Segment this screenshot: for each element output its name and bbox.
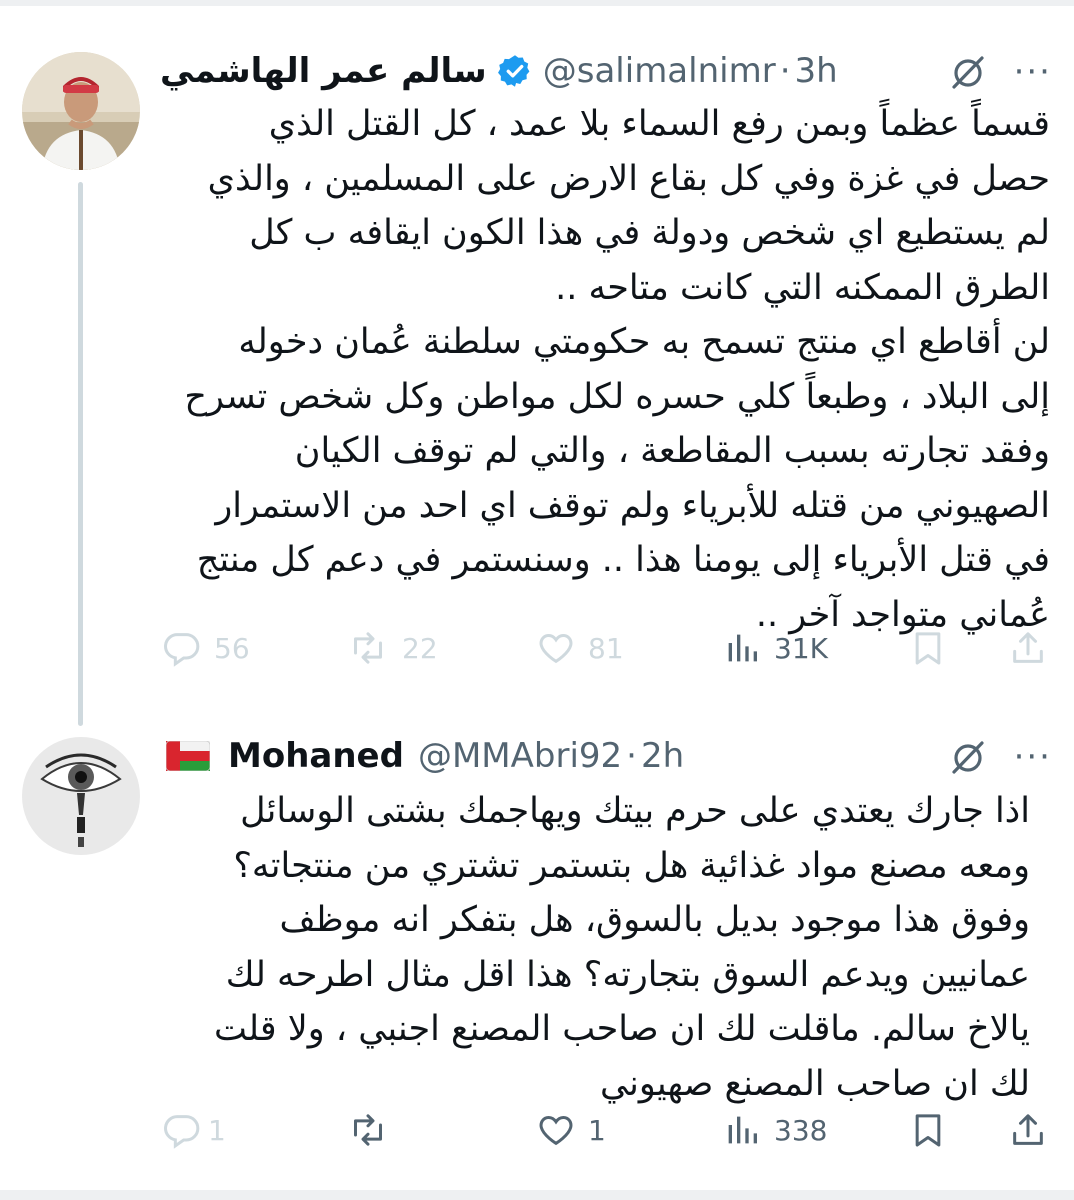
timestamp[interactable]: 2h bbox=[641, 736, 684, 776]
views-icon bbox=[728, 634, 757, 662]
repost-button[interactable] bbox=[346, 1110, 402, 1150]
bookmark-icon bbox=[915, 632, 941, 665]
repost-button[interactable]: 22 bbox=[346, 628, 438, 668]
tweet-main[interactable]: سالم عمر الهاشمي @salimalnimr · 3h ··· ق… bbox=[0, 0, 1074, 726]
tweet-header: Mohaned @MMAbri92 · 2h bbox=[166, 731, 1054, 781]
handle[interactable]: @MMAbri92 bbox=[418, 736, 622, 776]
tweet-reply[interactable]: Mohaned @MMAbri92 · 2h ··· اذا جارك يعتد… bbox=[0, 725, 1074, 1190]
tweet-actions: 1 1 338 bbox=[0, 1110, 1074, 1160]
share-icon bbox=[1013, 632, 1043, 663]
like-count: 81 bbox=[588, 631, 624, 665]
views-button[interactable]: 31K bbox=[722, 628, 828, 668]
views-count: 31K bbox=[774, 631, 828, 665]
views-icon bbox=[728, 1116, 757, 1144]
screen-bottom-border bbox=[0, 1190, 1074, 1200]
reply-icon bbox=[164, 1115, 200, 1149]
timestamp[interactable]: 3h bbox=[795, 51, 838, 91]
more-icon[interactable]: ··· bbox=[1014, 737, 1052, 777]
reply-button[interactable]: 56 bbox=[162, 628, 250, 668]
avatar-photo bbox=[22, 737, 140, 855]
like-button[interactable]: 81 bbox=[536, 628, 624, 668]
more-icon[interactable]: ··· bbox=[1014, 52, 1052, 92]
display-name[interactable]: Mohaned bbox=[228, 736, 404, 776]
share-button[interactable] bbox=[1008, 1110, 1048, 1150]
bookmark-button[interactable] bbox=[908, 1110, 948, 1150]
verified-badge-icon bbox=[497, 55, 530, 87]
avatar[interactable] bbox=[22, 52, 140, 170]
bookmark-button[interactable] bbox=[908, 628, 948, 668]
share-icon bbox=[1013, 1114, 1043, 1145]
separator-dot: · bbox=[779, 51, 791, 91]
like-count: 1 bbox=[588, 1113, 606, 1147]
handle[interactable]: @salimalnimr bbox=[543, 51, 776, 91]
grok-icon[interactable] bbox=[948, 52, 988, 92]
reply-icon bbox=[164, 633, 200, 667]
avatar[interactable] bbox=[22, 737, 140, 855]
views-button[interactable]: 338 bbox=[722, 1110, 827, 1150]
reply-count: 1 bbox=[208, 1113, 226, 1147]
heart-icon bbox=[539, 1115, 573, 1146]
repost-icon bbox=[354, 632, 382, 664]
reply-button[interactable]: 1 bbox=[162, 1110, 226, 1150]
reply-count: 56 bbox=[214, 631, 250, 665]
bookmark-icon bbox=[915, 1114, 941, 1147]
like-button[interactable]: 1 bbox=[536, 1110, 606, 1150]
tweet-header: سالم عمر الهاشمي @salimalnimr · 3h bbox=[160, 46, 1054, 96]
avatar-photo bbox=[22, 52, 140, 170]
share-button[interactable] bbox=[1008, 628, 1048, 668]
oman-flag-icon bbox=[166, 741, 210, 771]
tweet-text: اذا جارك يعتدي على حرم بيتك ويهاجمك بشتى… bbox=[213, 791, 1030, 1104]
repost-count: 22 bbox=[402, 631, 438, 665]
tweet-actions: 56 22 81 31K bbox=[0, 628, 1074, 678]
display-name[interactable]: سالم عمر الهاشمي bbox=[160, 51, 487, 91]
tweet-text: قسماً عظماً وبمن رفع السماء بلا عمد ، كل… bbox=[184, 104, 1050, 635]
separator-dot: · bbox=[626, 736, 637, 776]
repost-icon bbox=[354, 1114, 382, 1146]
grok-icon[interactable] bbox=[948, 737, 988, 777]
views-count: 338 bbox=[774, 1113, 828, 1147]
heart-icon bbox=[539, 633, 573, 664]
